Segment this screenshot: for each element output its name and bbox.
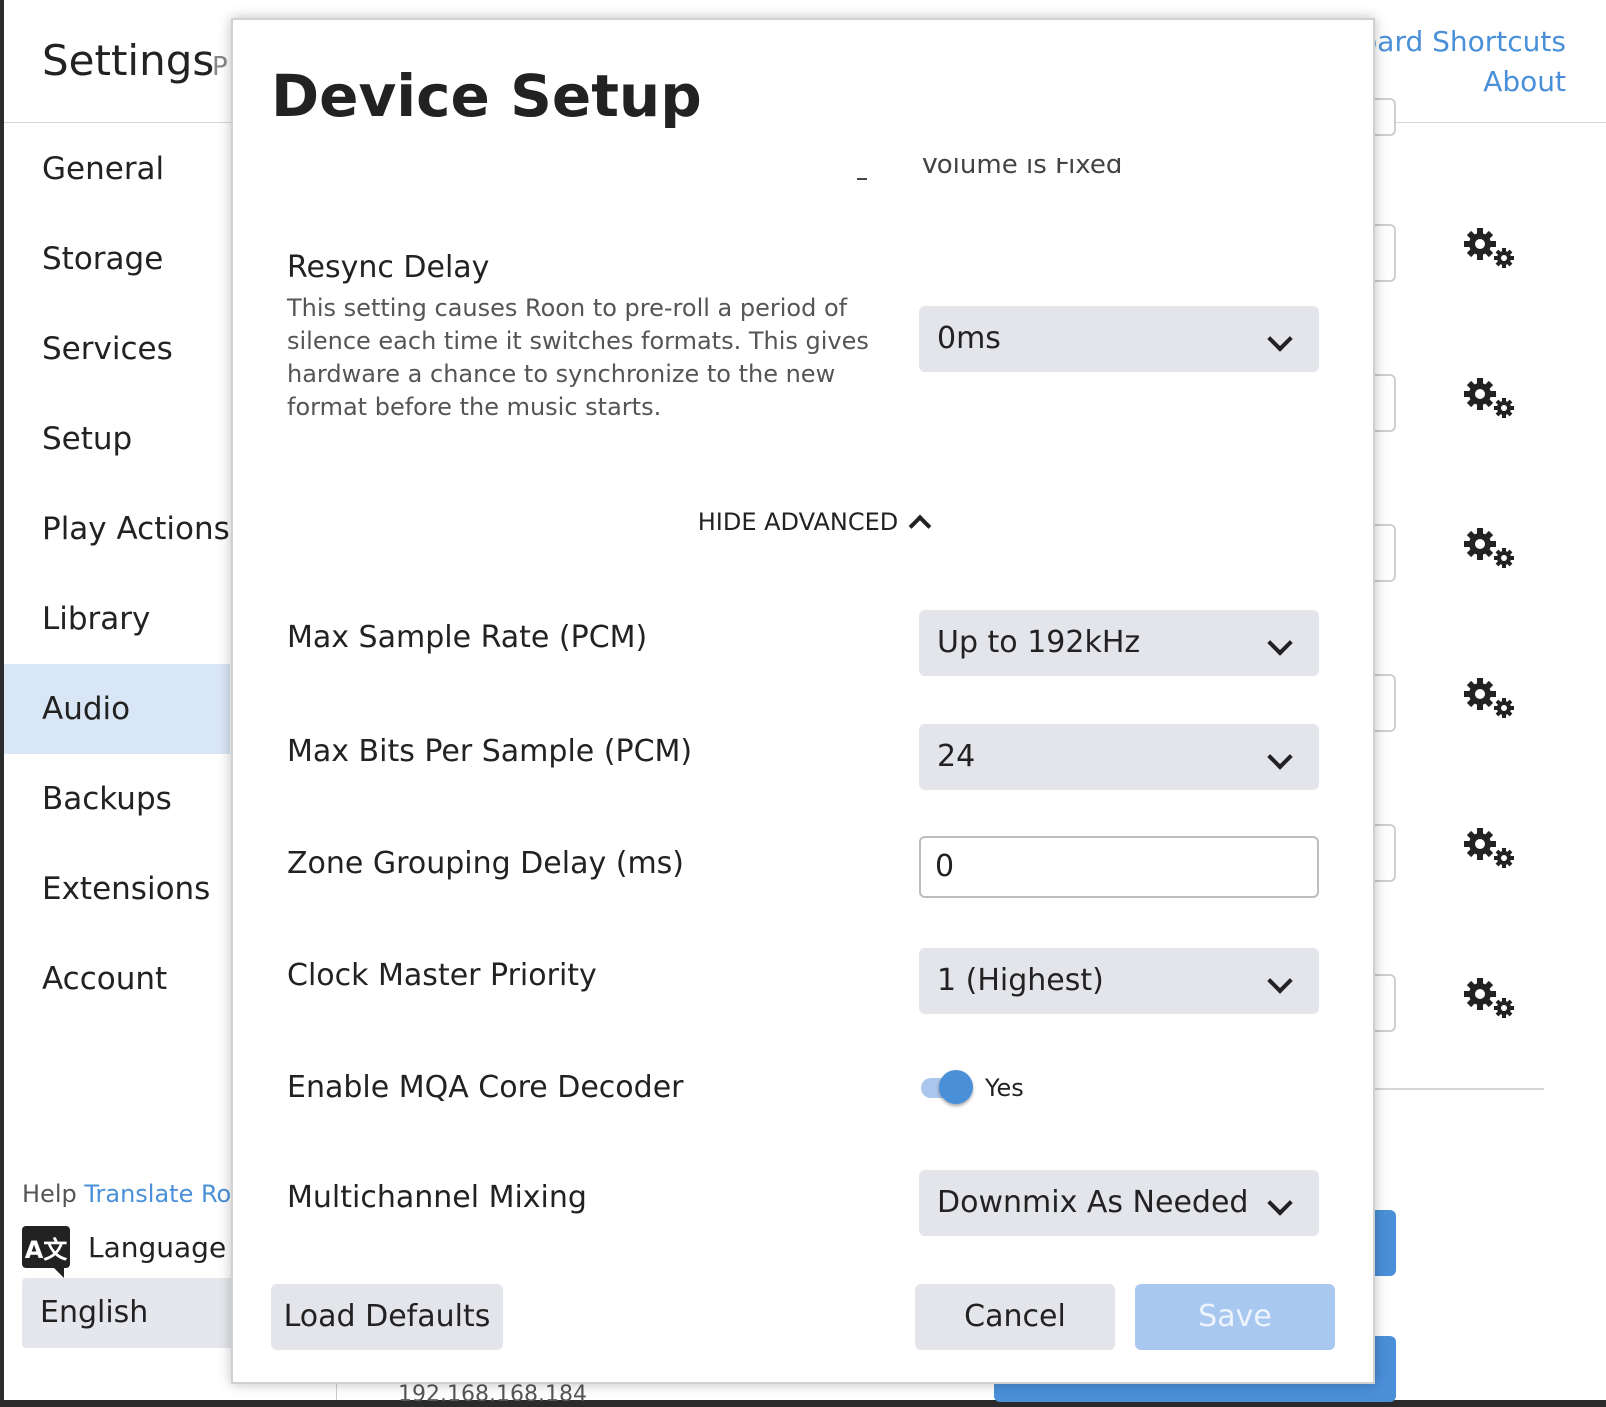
gear-icon[interactable] — [1464, 976, 1518, 1022]
chevron-up-icon — [908, 514, 932, 538]
resync-delay-label: Resync Delay — [287, 250, 490, 285]
toggle-knob — [939, 1070, 973, 1104]
translate-icon: A文 — [22, 1226, 70, 1278]
cut-off-element — [857, 178, 867, 180]
volume-fixed-text: Volume is Fixed — [921, 158, 1123, 180]
resync-delay-description: This setting causes Roon to pre-roll a p… — [287, 294, 869, 421]
chevron-down-icon — [1267, 1190, 1293, 1216]
max-bits-value: 24 — [937, 739, 976, 774]
page-title: Settings — [42, 36, 215, 85]
load-defaults-button[interactable]: Load Defaults — [271, 1284, 503, 1350]
sidebar-item-library[interactable]: Library — [4, 574, 230, 664]
sidebar-item-backups[interactable]: Backups — [4, 754, 230, 844]
header-links: oard Shortcuts About — [1360, 22, 1566, 102]
max-sample-rate-select[interactable]: Up to 192kHz — [919, 610, 1319, 676]
page-subtitle: P — [212, 52, 228, 82]
gear-icon[interactable] — [1464, 226, 1518, 272]
settings-sidebar: General Storage Services Setup Play Acti… — [4, 124, 230, 1024]
chevron-down-icon — [1267, 744, 1293, 770]
sidebar-item-account[interactable]: Account — [4, 934, 230, 1024]
translate-roon-link[interactable]: Translate Roo — [84, 1180, 246, 1208]
chevron-down-icon — [1267, 630, 1293, 656]
gear-icon[interactable] — [1464, 826, 1518, 872]
multichannel-label: Multichannel Mixing — [287, 1180, 587, 1215]
gear-icon[interactable] — [1464, 376, 1518, 422]
dialog-scroll-area[interactable]: Volume is Fixed Resync Delay This settin… — [233, 158, 1373, 1258]
sidebar-item-audio[interactable]: Audio — [4, 664, 230, 754]
gear-icon[interactable] — [1464, 526, 1518, 572]
mqa-toggle-label: Yes — [985, 1074, 1024, 1102]
dialog-title: Device Setup — [271, 62, 702, 130]
max-bits-label: Max Bits Per Sample (PCM) — [287, 734, 693, 769]
language-select[interactable]: English — [22, 1278, 252, 1348]
chevron-down-icon — [1267, 326, 1293, 352]
clock-master-label: Clock Master Priority — [287, 958, 597, 993]
multichannel-select[interactable]: Downmix As Needed — [919, 1170, 1319, 1236]
hide-advanced-button[interactable]: HIDE ADVANCED — [693, 508, 933, 538]
resync-delay-value: 0ms — [937, 321, 1001, 356]
gear-icon[interactable] — [1464, 676, 1518, 722]
clock-master-value: 1 (Highest) — [937, 963, 1104, 998]
cancel-button[interactable]: Cancel — [915, 1284, 1115, 1350]
sidebar-footer: Help Translate Roo A文 Language English — [22, 1180, 252, 1348]
sidebar-item-setup[interactable]: Setup — [4, 394, 230, 484]
sidebar-item-extensions[interactable]: Extensions — [4, 844, 230, 934]
language-row: A文 Language — [22, 1226, 252, 1278]
save-button[interactable]: Save — [1135, 1284, 1335, 1350]
clock-master-select[interactable]: 1 (Highest) — [919, 948, 1319, 1014]
sidebar-item-general[interactable]: General — [4, 124, 230, 214]
chevron-down-icon — [1267, 968, 1293, 994]
hide-advanced-label: HIDE ADVANCED — [697, 508, 899, 536]
resync-delay-select[interactable]: 0ms — [919, 306, 1319, 372]
mqa-label: Enable MQA Core Decoder — [287, 1070, 684, 1105]
keyboard-shortcuts-link[interactable]: oard Shortcuts — [1360, 22, 1566, 62]
sidebar-item-play-actions[interactable]: Play Actions — [4, 484, 230, 574]
about-link[interactable]: About — [1360, 62, 1566, 102]
multichannel-value: Downmix As Needed — [937, 1185, 1249, 1220]
max-bits-select[interactable]: 24 — [919, 724, 1319, 790]
zone-grouping-label: Zone Grouping Delay (ms) — [287, 846, 685, 881]
max-sample-rate-label: Max Sample Rate (PCM) — [287, 620, 648, 655]
mqa-toggle[interactable] — [921, 1070, 975, 1106]
language-label: Language — [88, 1230, 227, 1264]
help-translate-line: Help Translate Roo — [22, 1180, 252, 1208]
sidebar-item-storage[interactable]: Storage — [4, 214, 230, 304]
zone-grouping-input[interactable]: 0 — [919, 836, 1319, 898]
device-setup-dialog: Device Setup Volume is Fixed Resync Dela… — [231, 18, 1375, 1384]
sidebar-item-services[interactable]: Services — [4, 304, 230, 394]
help-text: Help — [22, 1180, 77, 1208]
ip-address: 192.168.168.184 — [398, 1382, 587, 1407]
max-sample-rate-value: Up to 192kHz — [937, 625, 1141, 660]
